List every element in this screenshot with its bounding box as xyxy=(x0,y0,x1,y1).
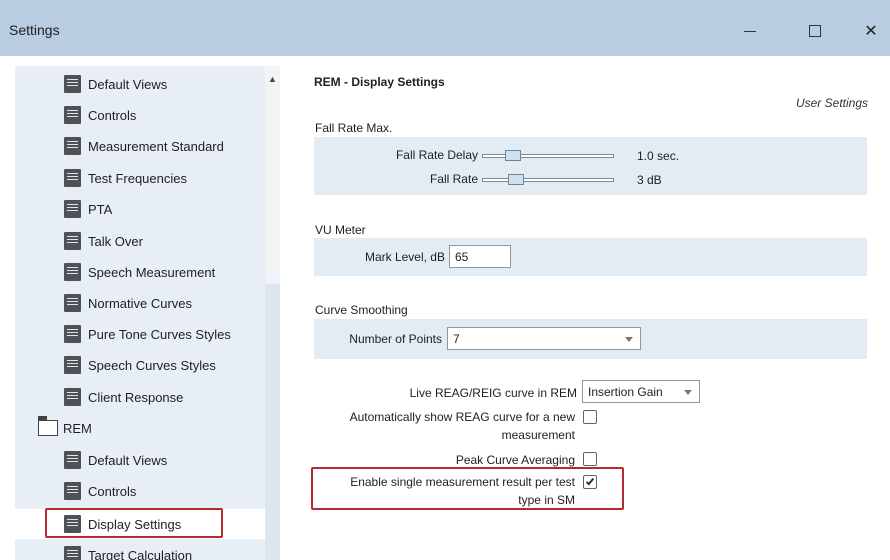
document-icon xyxy=(64,356,81,374)
settings-content: REM - Display Settings User Settings Fal… xyxy=(280,66,890,560)
tree-item-label: Speech Curves Styles xyxy=(88,357,216,373)
mark-level-label: Mark Level, dB xyxy=(364,250,445,264)
document-icon xyxy=(64,263,81,281)
vu-meter-group-label: VU Meter xyxy=(315,223,366,237)
number-of-points-label: Number of Points xyxy=(349,332,442,346)
tree-item-client-response[interactable]: Client Response xyxy=(15,382,265,412)
tree-item-label: Normative Curves xyxy=(88,295,193,311)
tree-item-rem-controls[interactable]: Controls xyxy=(15,476,265,506)
document-icon xyxy=(64,75,81,93)
tree-item-label: Default Views xyxy=(88,452,168,468)
settings-tree: Default Views Controls Measurement Stand… xyxy=(15,66,265,560)
auto-show-label-line2: measurement xyxy=(501,428,575,442)
minimize-button[interactable] xyxy=(727,14,773,48)
tree-item-label: Controls xyxy=(88,107,137,123)
fall-rate-label: Fall Rate xyxy=(429,172,478,186)
highlight-box xyxy=(45,508,223,538)
live-curve-value: Insertion Gain xyxy=(588,385,663,399)
auto-show-label-line1: Automatically show REAG curve for a new xyxy=(349,410,575,424)
number-of-points-value: 7 xyxy=(453,332,460,346)
tree-item-pure-tone-curves-styles[interactable]: Pure Tone Curves Styles xyxy=(15,319,265,349)
tree-item-normative-curves[interactable]: Normative Curves xyxy=(15,288,265,318)
tree-item-label: Default Views xyxy=(88,76,168,92)
number-of-points-select[interactable]: 7 xyxy=(447,327,641,350)
tree-item-measurement-standard[interactable]: Measurement Standard xyxy=(15,131,265,161)
document-icon xyxy=(64,169,81,187)
close-button[interactable]: ✕ xyxy=(848,14,890,48)
live-curve-label: Live REAG/REIG curve in REM xyxy=(409,386,577,400)
document-icon xyxy=(64,482,81,500)
curve-smoothing-group-label: Curve Smoothing xyxy=(315,303,408,317)
fall-rate-delay-value: 1.0 sec. xyxy=(637,149,680,163)
title-bar: Settings ✕ xyxy=(0,0,890,56)
tree-item-label: Measurement Standard xyxy=(88,138,224,154)
slider-track xyxy=(482,178,614,182)
document-icon xyxy=(64,106,81,124)
curve-smoothing-group: Number of Points 7 xyxy=(314,319,867,359)
minimize-icon xyxy=(744,30,756,32)
tree-item-label: Controls xyxy=(88,483,137,499)
tree-item-rem-default-views[interactable]: Default Views xyxy=(15,445,265,475)
peak-averaging-label: Peak Curve Averaging xyxy=(455,453,575,467)
tree-item-speech-measurement[interactable]: Speech Measurement xyxy=(15,257,265,287)
live-curve-select[interactable]: Insertion Gain xyxy=(582,380,700,403)
slider-thumb[interactable] xyxy=(505,150,521,161)
document-icon xyxy=(64,388,81,406)
tree-item-talk-over[interactable]: Talk Over xyxy=(15,226,265,256)
document-icon xyxy=(64,200,81,218)
fall-rate-value: 3 dB xyxy=(637,173,662,187)
tree-item-controls[interactable]: Controls xyxy=(15,100,265,130)
close-icon: ✕ xyxy=(864,23,878,40)
slider-track xyxy=(482,154,614,158)
auto-show-checkbox[interactable] xyxy=(583,410,597,424)
scroll-thumb[interactable] xyxy=(265,284,280,560)
tree-item-label: Test Frequencies xyxy=(88,170,187,186)
tree-item-label: Client Response xyxy=(88,389,184,405)
maximize-button[interactable] xyxy=(792,14,838,48)
document-icon xyxy=(64,137,81,155)
tree-item-label: PTA xyxy=(88,201,113,217)
folder-icon xyxy=(37,416,58,436)
fall-rate-delay-slider[interactable] xyxy=(482,149,614,163)
slider-thumb[interactable] xyxy=(508,174,524,185)
tree-item-label: Pure Tone Curves Styles xyxy=(88,326,231,342)
document-icon xyxy=(64,325,81,343)
window-title: Settings xyxy=(9,22,60,38)
page-title: REM - Display Settings xyxy=(314,75,445,89)
chevron-down-icon xyxy=(625,337,633,342)
vu-meter-group: Mark Level, dB 65 xyxy=(314,238,867,276)
scroll-up-icon[interactable]: ▲ xyxy=(265,74,280,84)
tree-scrollbar[interactable]: ▲ xyxy=(265,66,280,560)
document-icon xyxy=(64,546,81,560)
peak-averaging-checkbox[interactable] xyxy=(583,452,597,466)
tree-item-rem-target-calculation[interactable]: Target Calculation xyxy=(15,540,265,560)
tree-item-label: Speech Measurement xyxy=(88,264,216,280)
mark-level-input[interactable]: 65 xyxy=(449,245,511,268)
tree-item-default-views[interactable]: Default Views xyxy=(15,69,265,99)
fall-rate-delay-label: Fall Rate Delay xyxy=(395,148,478,162)
fall-rate-group-label: Fall Rate Max. xyxy=(315,121,393,135)
chevron-down-icon xyxy=(684,390,692,395)
maximize-icon xyxy=(809,25,821,37)
highlight-box xyxy=(311,467,624,510)
tree-folder-rem[interactable]: REM xyxy=(15,413,265,443)
user-settings-label: User Settings xyxy=(795,96,868,110)
tree-item-label: REM xyxy=(63,420,92,436)
document-icon xyxy=(64,294,81,312)
tree-item-label: Talk Over xyxy=(88,233,143,249)
fall-rate-slider[interactable] xyxy=(482,173,614,187)
tree-item-speech-curves-styles[interactable]: Speech Curves Styles xyxy=(15,350,265,380)
tree-item-label: Target Calculation xyxy=(88,547,193,560)
tree-item-test-frequencies[interactable]: Test Frequencies xyxy=(15,163,265,193)
document-icon xyxy=(64,232,81,250)
document-icon xyxy=(64,451,81,469)
fall-rate-group: Fall Rate Delay 1.0 sec. Fall Rate 3 dB xyxy=(314,137,867,195)
tree-item-pta[interactable]: PTA xyxy=(15,194,265,224)
